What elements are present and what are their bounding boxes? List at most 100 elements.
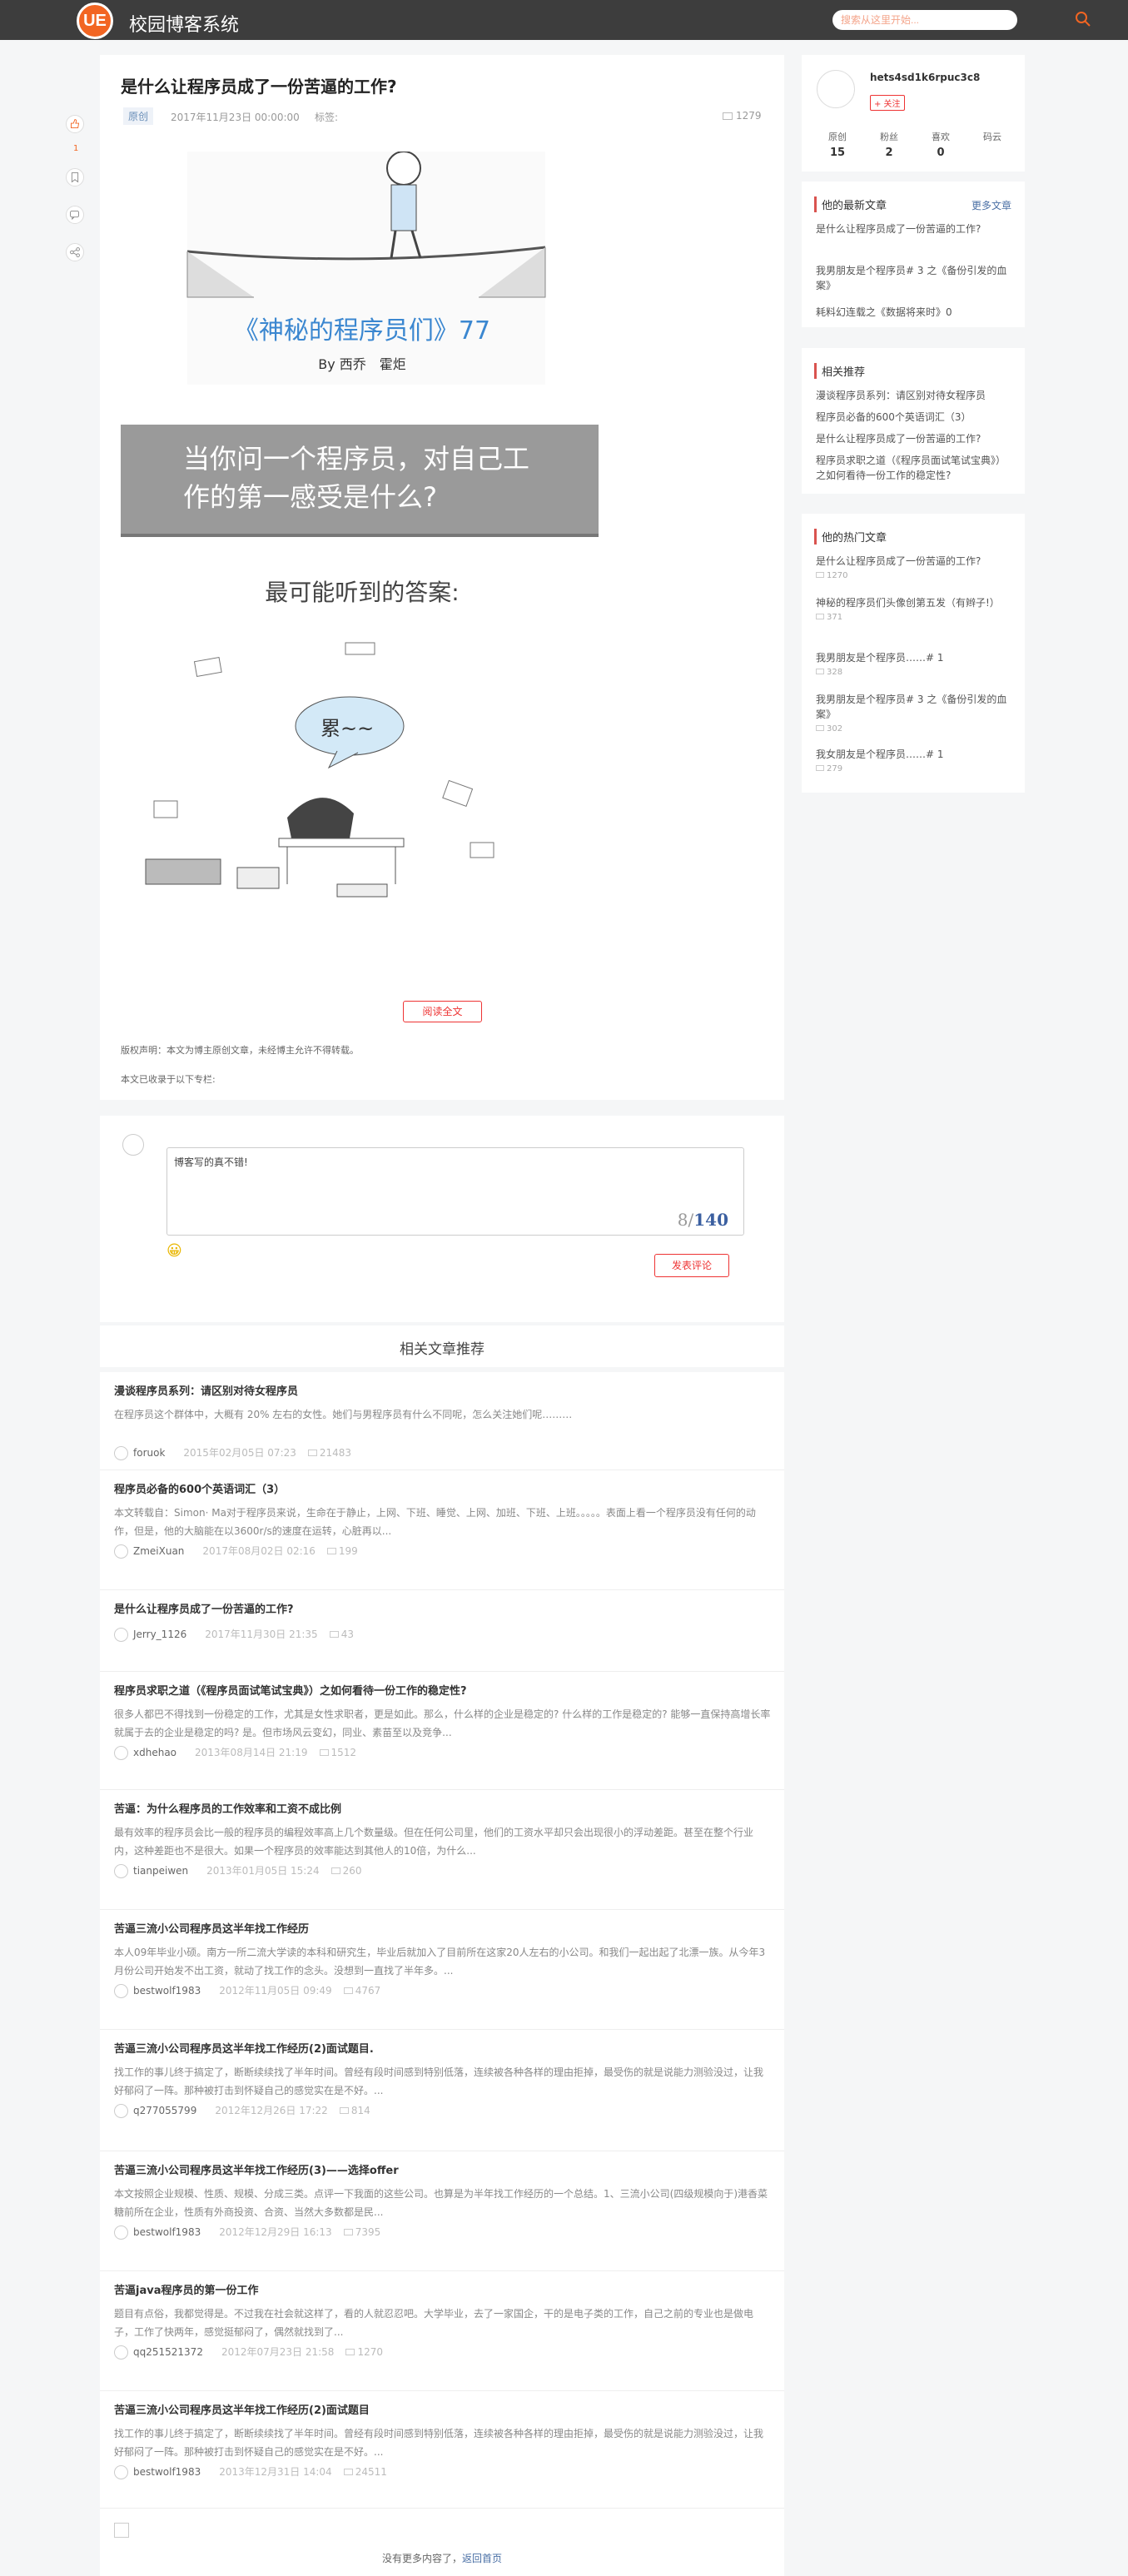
- stat-value: 2: [885, 147, 893, 159]
- author-avatar[interactable]: [114, 2345, 128, 2360]
- related-item-title[interactable]: 苦逼：为什么程序员的工作效率和工资不成比例: [114, 1800, 341, 1816]
- author-avatar[interactable]: [114, 1446, 128, 1460]
- more-articles-link[interactable]: 更多文章: [971, 198, 1011, 212]
- related-item[interactable]: 程序员求职之道（《程序员面试笔试宝典》）之如何看待一份工作的稳定性? 很多人都巴不…: [100, 1672, 784, 1790]
- recommend-link[interactable]: 程序员求职之道（《程序员面试笔试宝典》）之如何看待一份工作的稳定性?: [816, 453, 1007, 483]
- hot-article-item[interactable]: 神秘的程序员们头像创第五发（有辫子!） 371: [816, 595, 1007, 625]
- related-item-title[interactable]: 苦逼三流小公司程序员这半年找工作经历(3)——选择offer: [114, 2161, 399, 2177]
- related-item-title[interactable]: 程序员必备的600个英语词汇（3）: [114, 1480, 285, 1496]
- site-name[interactable]: 校园博客系统: [129, 10, 239, 37]
- read-more-button[interactable]: 阅读全文: [403, 1001, 482, 1022]
- comic-answer: 最可能听到的答案:: [265, 579, 460, 606]
- related-item[interactable]: 漫谈程序员系列：请区别对待女程序员 在程序员这个群体中，大概有 20% 左右的女性…: [100, 1372, 784, 1470]
- views-icon: [329, 1631, 339, 1638]
- related-item-author[interactable]: ZmeiXuan: [133, 1545, 184, 1557]
- hot-article-item[interactable]: 我男朋友是个程序员……# 1 328: [816, 650, 1007, 680]
- related-item-author[interactable]: q277055799: [133, 2105, 196, 2116]
- emoji-icon[interactable]: 😀: [166, 1242, 182, 1260]
- bookmark-button[interactable]: [66, 168, 84, 186]
- related-item-desc: 最有效率的程序员会比一般的程序员的编程效率高上几个数量级。但在任何公司里，他们的…: [114, 1827, 754, 1857]
- hot-article-title[interactable]: 我男朋友是个程序员……# 1: [816, 650, 1007, 665]
- related-item-title[interactable]: 苦逼三流小公司程序员这半年找工作经历(2)面试题目: [114, 2401, 370, 2417]
- recommend-link[interactable]: 漫谈程序员系列：请区别对待女程序员: [816, 388, 1007, 403]
- profile-name[interactable]: hets4sd1k6rpuc3c8: [870, 72, 980, 83]
- recommend-link[interactable]: 是什么让程序员成了一份苦逼的工作?: [816, 431, 1007, 446]
- profile-stat[interactable]: 原创 15: [812, 130, 863, 159]
- views-icon: [816, 572, 824, 578]
- hot-views-count: 302: [827, 724, 843, 734]
- share-button[interactable]: [66, 243, 84, 261]
- related-item[interactable]: 苦逼三流小公司程序员这半年找工作经历(2)面试题目找工作的事儿终于搞定了，断断续…: [100, 2391, 784, 2509]
- related-item-meta: ZmeiXuan 2017年08月02日 02:16 199: [114, 1544, 358, 1559]
- stat-value: 0: [937, 147, 945, 159]
- hot-article-title[interactable]: 是什么让程序员成了一份苦逼的工作?: [816, 554, 1007, 569]
- recommend-link[interactable]: 程序员必备的600个英语词汇（3）: [816, 410, 1007, 425]
- related-item-author[interactable]: Jerry_1126: [133, 1629, 186, 1640]
- related-item[interactable]: 苦逼java程序员的第一份工作 题目有点俗，我都觉得是。不过我在社会就这样了，看的…: [100, 2271, 784, 2391]
- related-item-author[interactable]: bestwolf1983: [133, 2226, 201, 2238]
- related-item[interactable]: 苦逼三流小公司程序员这半年找工作经历(3)——选择offer 本文按照企业规模、性…: [100, 2151, 784, 2271]
- related-item-author[interactable]: foruok: [133, 1447, 165, 1459]
- search-icon[interactable]: [1074, 10, 1092, 28]
- search-input[interactable]: [832, 10, 1017, 30]
- hot-article-title[interactable]: 我女朋友是个程序员……# 1: [816, 747, 1007, 762]
- profile-avatar[interactable]: [817, 70, 855, 108]
- comic-banner: 当你问一个程序员，对自己工作的第一感受是什么?: [121, 425, 599, 537]
- hot-article-title[interactable]: 神秘的程序员们头像创第五发（有辫子!）: [816, 595, 1007, 610]
- author-avatar[interactable]: [114, 2225, 128, 2240]
- follow-button[interactable]: + 关注: [870, 95, 905, 111]
- comment-textarea[interactable]: 博客写的真不错! 8/140: [166, 1147, 744, 1236]
- related-item[interactable]: 苦逼三流小公司程序员这半年找工作经历 本人09年毕业小硕。南方一所二流大学读的本科…: [100, 1910, 784, 2030]
- author-avatar[interactable]: [114, 1864, 128, 1878]
- profile-card: hets4sd1k6rpuc3c8 + 关注 原创 15 粉丝 2 喜欢 0 码云: [802, 55, 1025, 172]
- views-icon: [330, 1867, 340, 1874]
- related-item[interactable]: 苦逼三流小公司程序员这半年找工作经历(2)面试题目. 找工作的事儿终于搞定了，断断…: [100, 2030, 784, 2151]
- related-item[interactable]: 苦逼：为什么程序员的工作效率和工资不成比例最有效率的程序员会比一般的程序员的编程…: [100, 1790, 784, 1910]
- related-item-desc: 找工作的事儿终于搞定了，断断续续找了半年时间。曾经有段时间感到特别低落，连续被各…: [114, 2428, 764, 2458]
- related-item-views: 43: [340, 1629, 354, 1640]
- hot-article-item[interactable]: 是什么让程序员成了一份苦逼的工作? 1270: [816, 554, 1007, 584]
- hot-article-views: 279: [816, 762, 1007, 777]
- profile-stat[interactable]: 码云: [967, 130, 1018, 147]
- latest-article-link[interactable]: 我男朋友是个程序员# 3 之《备份引发的血案》: [816, 263, 1007, 293]
- related-item-title[interactable]: 苦逼java程序员的第一份工作: [114, 2281, 258, 2297]
- submit-comment-button[interactable]: 发表评论: [654, 1254, 729, 1277]
- related-item-date: 2013年12月31日 14:04: [219, 2466, 332, 2478]
- related-item-author[interactable]: bestwolf1983: [133, 1985, 201, 1997]
- related-item[interactable]: 是什么让程序员成了一份苦逼的工作? Jerry_1126 2017年11月30日 2…: [100, 1590, 784, 1672]
- author-avatar[interactable]: [114, 1628, 128, 1642]
- site-logo[interactable]: UE: [77, 2, 113, 39]
- related-item-title[interactable]: 苦逼三流小公司程序员这半年找工作经历: [114, 1920, 309, 1936]
- related-item-title[interactable]: 程序员求职之道（《程序员面试笔试宝典》）之如何看待一份工作的稳定性?: [114, 1682, 467, 1698]
- related-item-author[interactable]: qq251521372: [133, 2346, 203, 2358]
- latest-article-link[interactable]: 耗料幻连载之《数据将来时》0: [816, 305, 1007, 320]
- hot-articles-card: 他的热门文章 是什么让程序员成了一份苦逼的工作? 1270 神秘的程序员们头像创第五…: [802, 514, 1025, 793]
- related-item-author[interactable]: xdhehao: [133, 1747, 176, 1758]
- hot-article-item[interactable]: 我男朋友是个程序员# 3 之《备份引发的血案》 302: [816, 692, 1007, 737]
- author-avatar[interactable]: [114, 1746, 128, 1760]
- related-item-title[interactable]: 是什么让程序员成了一份苦逼的工作?: [114, 1600, 294, 1616]
- author-avatar[interactable]: [114, 2104, 128, 2118]
- back-home-link[interactable]: 返回首页: [462, 2553, 502, 2564]
- like-button[interactable]: [66, 115, 84, 133]
- related-item-date: 2017年08月02日 02:16: [202, 1545, 316, 1557]
- related-item-author[interactable]: bestwolf1983: [133, 2466, 201, 2478]
- related-item-meta: tianpeiwen 2013年01月05日 15:24 260: [114, 1863, 362, 1878]
- profile-stat[interactable]: 粉丝 2: [863, 130, 915, 159]
- related-item-author[interactable]: tianpeiwen: [133, 1865, 188, 1877]
- author-avatar[interactable]: [114, 2465, 128, 2479]
- views-icon: [343, 1987, 353, 1994]
- comment-button[interactable]: [66, 206, 84, 224]
- author-avatar[interactable]: [114, 1984, 128, 1998]
- related-item-title[interactable]: 苦逼三流小公司程序员这半年找工作经历(2)面试题目.: [114, 2040, 374, 2056]
- author-avatar[interactable]: [114, 1544, 128, 1559]
- hot-article-title[interactable]: 我男朋友是个程序员# 3 之《备份引发的血案》: [816, 692, 1007, 722]
- hot-article-item[interactable]: 我女朋友是个程序员……# 1 279: [816, 747, 1007, 777]
- profile-stat[interactable]: 喜欢 0: [915, 130, 967, 159]
- comment-icon: [70, 210, 79, 220]
- comic-bubble-text: 累~~: [321, 717, 375, 740]
- related-item-title[interactable]: 漫谈程序员系列：请区别对待女程序员: [114, 1382, 298, 1398]
- bookmark-icon: [71, 172, 79, 183]
- latest-article-link[interactable]: 是什么让程序员成了一份苦逼的工作?: [816, 221, 1007, 236]
- related-item[interactable]: 程序员必备的600个英语词汇（3） 本文转载自：Simon· Ma对于程序员来说，…: [100, 1470, 784, 1590]
